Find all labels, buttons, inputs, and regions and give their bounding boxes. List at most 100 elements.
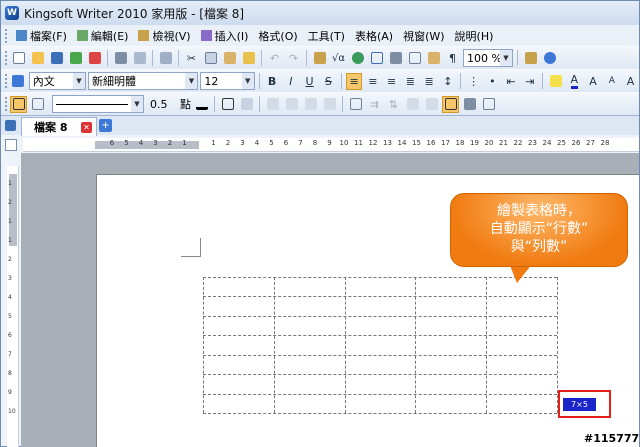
- app-window: W Kingsoft Writer 2010 家用版 - [檔案 8] 檔案(F…: [0, 0, 640, 447]
- clear-format-button[interactable]: A: [622, 73, 639, 90]
- pdf-button[interactable]: [86, 50, 103, 67]
- toolbar-grip[interactable]: [5, 51, 8, 65]
- menu-view[interactable]: 檢視(V): [134, 27, 194, 45]
- increase-indent-button[interactable]: ⇥: [521, 73, 538, 90]
- font-select[interactable]: 新細明體 ▼: [87, 72, 199, 90]
- grow-font-button[interactable]: A: [585, 73, 602, 90]
- undo-icon: ↶: [269, 51, 280, 65]
- menu-file[interactable]: 檔案(F): [12, 27, 71, 45]
- menu-window[interactable]: 視窗(W): [399, 27, 448, 45]
- highlight-button[interactable]: [547, 73, 564, 90]
- table-row-line: [203, 335, 557, 336]
- toolbar-separator: [107, 50, 108, 66]
- line-style-select[interactable]: ▼: [52, 95, 144, 113]
- insert-frame-button[interactable]: [368, 50, 385, 67]
- format-painter-button[interactable]: [240, 50, 257, 67]
- print-button[interactable]: [112, 50, 129, 67]
- insert-row-button[interactable]: [264, 96, 281, 113]
- new-tab-button[interactable]: +: [99, 119, 112, 132]
- help-button[interactable]: [541, 50, 558, 67]
- eraser-button[interactable]: [29, 96, 46, 113]
- menu-insert[interactable]: 插入(I): [197, 27, 253, 45]
- justify-button[interactable]: ≣: [402, 73, 419, 90]
- numbering-icon: ⋮: [468, 74, 480, 88]
- export-button[interactable]: [67, 50, 84, 67]
- distribute-rows-button[interactable]: [404, 96, 421, 113]
- line-spacing-button[interactable]: ↕: [439, 73, 456, 90]
- copy-button[interactable]: [202, 50, 219, 67]
- find-button[interactable]: [522, 50, 539, 67]
- toolbar-grip[interactable]: [5, 28, 8, 43]
- table-options-button[interactable]: [480, 96, 497, 113]
- show-hide-button[interactable]: ¶: [444, 50, 461, 67]
- menu-edit[interactable]: 編輯(E): [73, 27, 133, 45]
- table-drawing-preview[interactable]: [203, 277, 558, 414]
- styles-icon: [12, 75, 25, 87]
- bullets-button[interactable]: •: [484, 73, 501, 90]
- underline-button[interactable]: U: [301, 73, 318, 90]
- distribute-columns-button[interactable]: [423, 96, 440, 113]
- undo-button[interactable]: ↶: [266, 50, 283, 67]
- align-right-button[interactable]: ≡: [383, 73, 400, 90]
- tab-stop-selector[interactable]: [5, 139, 17, 151]
- shrink-font-button[interactable]: A: [603, 73, 620, 90]
- borders-button[interactable]: [219, 96, 236, 113]
- bold-button[interactable]: B: [264, 73, 281, 90]
- justify-icon: ≣: [405, 74, 415, 88]
- toolbar-grip[interactable]: [5, 74, 8, 88]
- text-direction-button[interactable]: ⇉: [366, 96, 383, 113]
- redo-button[interactable]: ↷: [285, 50, 302, 67]
- italic-button[interactable]: I: [282, 73, 299, 90]
- menu-help[interactable]: 說明(H): [451, 27, 498, 45]
- vertical-ruler[interactable]: 1 2 1 1 2 3 4 5 6 7 8 9 10: [7, 166, 19, 447]
- page-layout-button[interactable]: [406, 50, 423, 67]
- close-icon[interactable]: ✕: [81, 122, 92, 133]
- shading-button[interactable]: [238, 96, 255, 113]
- decrease-indent-button[interactable]: ⇤: [503, 73, 520, 90]
- underline-icon: U: [305, 74, 314, 88]
- insert-hyperlink-button[interactable]: [349, 50, 366, 67]
- tab-document[interactable]: 檔案 8 ✕: [21, 117, 97, 136]
- align-center-button[interactable]: ≡: [364, 73, 381, 90]
- font-color-button[interactable]: A: [566, 73, 583, 90]
- style-select[interactable]: 內文 ▼: [28, 72, 86, 90]
- open-button[interactable]: [29, 50, 46, 67]
- table-properties-button[interactable]: [461, 96, 478, 113]
- horizontal-ruler[interactable]: 6 5 4 3 2 1 1 2 3 4 5 6 7 8 9 10 11 12 13 14 15 16 17 18 19 20 21 2…: [23, 138, 639, 152]
- align-left-button[interactable]: ≡: [345, 72, 363, 90]
- sort-button[interactable]: ⇅: [385, 96, 402, 113]
- strikethrough-button[interactable]: S: [320, 73, 337, 90]
- spell-check-button[interactable]: [157, 50, 174, 67]
- numbering-button[interactable]: ⋮: [465, 73, 482, 90]
- print-preview-icon: [133, 52, 146, 64]
- ruler-number: 2: [167, 139, 173, 147]
- styles-button[interactable]: [10, 73, 27, 90]
- save-button[interactable]: [48, 50, 65, 67]
- spell-check-icon: [159, 52, 172, 64]
- zoom-select[interactable]: 100 % ▼: [463, 49, 513, 67]
- table-autoformat-button[interactable]: [442, 95, 459, 113]
- insert-column-button[interactable]: [283, 96, 300, 113]
- document-map-button[interactable]: [425, 50, 442, 67]
- insert-formula-button[interactable]: √α: [330, 50, 347, 67]
- split-cells-button[interactable]: [321, 96, 338, 113]
- ruler-number: 23: [528, 139, 537, 147]
- cell-align-button[interactable]: [347, 96, 364, 113]
- insert-table-button[interactable]: [311, 50, 328, 67]
- print-preview-button[interactable]: [131, 50, 148, 67]
- draw-table-button[interactable]: [10, 95, 27, 113]
- toolbar-grip[interactable]: [5, 97, 8, 111]
- menu-table[interactable]: 表格(A): [351, 27, 397, 45]
- columns-button[interactable]: [387, 50, 404, 67]
- distribute-button[interactable]: ≣: [421, 73, 438, 90]
- menu-format[interactable]: 格式(O): [254, 27, 301, 45]
- cut-button[interactable]: ✂: [183, 50, 200, 67]
- menu-tools[interactable]: 工具(T): [304, 27, 349, 45]
- font-size-select[interactable]: 12 ▼: [200, 72, 255, 90]
- borders-icon: [221, 98, 234, 110]
- new-document-button[interactable]: [10, 50, 27, 67]
- paste-button[interactable]: [221, 50, 238, 67]
- merge-cells-button[interactable]: [302, 96, 319, 113]
- border-color-button[interactable]: [193, 96, 210, 113]
- watermark: #115777: [584, 432, 640, 445]
